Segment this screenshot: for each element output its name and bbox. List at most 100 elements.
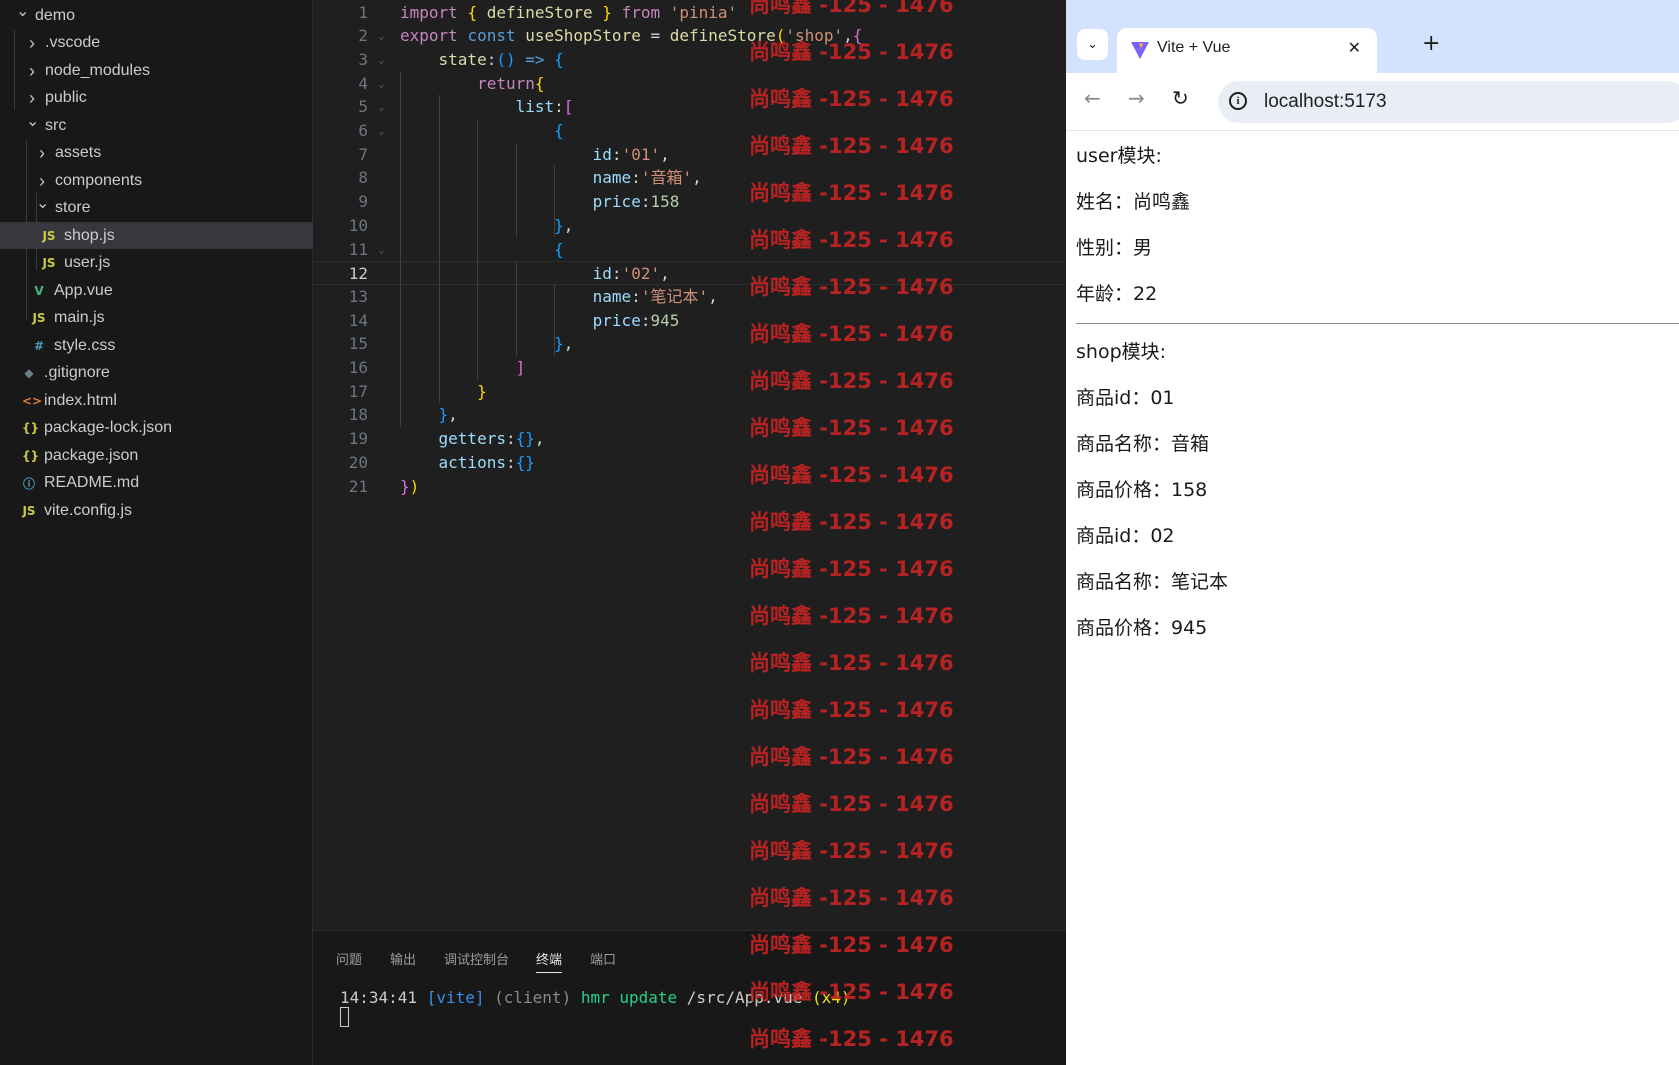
panel-tab-ports[interactable]: 端口 [590,949,616,968]
line-number: 14 [348,310,368,330]
panel-tab-terminal[interactable]: 终端 [536,949,563,973]
tree-item[interactable]: ⓘ README.md [0,470,313,497]
tree-item[interactable]: ⌄ src [0,112,313,139]
code-token: = [650,26,670,46]
indent-guide [515,261,517,356]
line-number: 4 [358,73,368,93]
fold-chevron-icon[interactable]: ⌄ [378,48,385,72]
tree-item-label: user.js [64,254,111,271]
user-gender: 性别：男 [1076,237,1153,259]
back-icon[interactable]: ← [1084,86,1101,110]
watermark-text: 尚鸣鑫 -125 - 1476 [749,322,954,346]
line-number: 8 [358,168,368,188]
fold-chevron-icon[interactable]: ⌄ [378,72,385,96]
chevron-right-icon: › [29,60,35,81]
indent-guide [14,30,15,110]
panel-tab-output[interactable]: 输出 [390,949,416,968]
tree-item[interactable]: ⌄ store [0,195,313,222]
code-token: } [602,2,622,22]
browser-toolbar: ← → ↻ i localhost:5173 [1066,73,1679,131]
watermark-text: 尚鸣鑫 -125 - 1476 [749,745,954,769]
watermark-text: 尚鸣鑫 -125 - 1476 [749,134,954,158]
watermark-text: 尚鸣鑫 -125 - 1476 [749,40,954,64]
code-text: name:'笔记本', [400,285,718,309]
code-token: => [525,49,555,69]
code-text: id:'02', [400,262,670,286]
watermark-text: 尚鸣鑫 -125 - 1476 [749,792,954,816]
info-icon[interactable]: i [1229,92,1247,110]
tree-item[interactable]: ◆ .gitignore [0,360,313,387]
code-token: { [534,73,545,93]
fold-chevron-icon[interactable]: ⌄ [378,238,385,262]
code-token: import [400,2,468,22]
code-token: price [400,310,641,330]
user-age: 年龄：22 [1076,283,1158,305]
browser-window: ⌄ Vite + Vue ✕ + ← → ↻ i localhost:5173 … [1066,0,1679,1065]
code-token: { [554,49,564,69]
code-token: } [400,334,564,354]
tree-item[interactable]: › node_modules [0,57,313,84]
line-number: 3 [358,49,368,69]
code-token: [ [563,97,574,117]
code-text: }) [400,475,419,499]
fold-chevron-icon[interactable]: ⌄ [378,119,385,143]
line-number: 16 [348,358,368,377]
tree-item[interactable]: JS user.js [0,250,313,277]
chevron-right-icon: › [29,88,35,108]
code-token: , [563,334,574,354]
tree-item[interactable]: › public [0,85,313,112]
watermark-text: 尚鸣鑫 -125 - 1476 [749,0,954,17]
line-number: 15 [348,334,368,354]
tree-item[interactable]: › components [0,167,313,194]
reload-icon[interactable]: ↻ [1172,86,1189,110]
code-token: : [631,286,641,306]
tree-item-label: store [55,199,91,216]
tree-item[interactable]: JS vite.config.js [0,497,313,524]
tab-search-button[interactable]: ⌄ [1077,29,1108,60]
fold-chevron-icon[interactable]: ⌄ [378,24,385,48]
code-token: price [400,192,641,212]
tree-item-label: package-lock.json [44,419,173,436]
user-heading: user模块: [1076,145,1162,167]
address-bar[interactable]: i localhost:5173 [1218,81,1679,123]
tree-item-label: demo [35,6,76,24]
code-token: state [400,49,487,69]
code-token: const [467,26,526,46]
tree-item-label: main.js [54,309,105,326]
tree-item[interactable]: ⌄ demo [0,2,313,29]
panel-tab-problems[interactable]: 问题 [336,949,362,968]
tree-item[interactable]: <> index.html [0,387,313,414]
file-type-icon: ◆ [24,366,34,380]
close-icon[interactable]: ✕ [1348,38,1361,57]
panel-tab-debug-console[interactable]: 调试控制台 [444,949,509,968]
new-tab-button[interactable]: + [1422,31,1440,56]
tree-item[interactable]: V App.vue [0,277,313,304]
terminal-segment: [vite] [426,988,485,1007]
tree-item[interactable]: JS shop.js [0,222,313,249]
tree-item-label: App.vue [54,281,113,299]
watermark-text: 尚鸣鑫 -125 - 1476 [749,839,954,863]
code-token: , [660,144,670,164]
tree-item[interactable]: {} package.json [0,442,313,469]
watermark-text: 尚鸣鑫 -125 - 1476 [749,698,954,722]
tree-item-label: src [45,116,67,134]
chevron-down-icon: ⌄ [36,195,50,212]
fold-chevron-icon[interactable]: ⌄ [378,95,385,119]
watermark-text: 尚鸣鑫 -125 - 1476 [749,1027,954,1051]
tree-item-label: README.md [44,474,140,491]
browser-tab[interactable]: Vite + Vue ✕ [1117,28,1377,73]
tree-item[interactable]: JS main.js [0,305,313,332]
tab-title: Vite + Vue [1157,39,1231,56]
tree-item[interactable]: › assets [0,140,313,167]
url-text: localhost:5173 [1264,91,1387,112]
code-token: { [400,239,564,259]
tree-item[interactable]: {} package-lock.json [0,415,313,442]
tree-item[interactable]: › .vscode [0,30,313,57]
tree-item[interactable]: # style.css [0,332,313,359]
forward-icon[interactable]: → [1128,86,1145,110]
indent-guide [515,142,517,238]
code-token: } [400,405,449,425]
code-token: getters [400,429,506,449]
watermark-text: 尚鸣鑫 -125 - 1476 [749,980,954,1004]
line-number: 2 [358,26,368,46]
